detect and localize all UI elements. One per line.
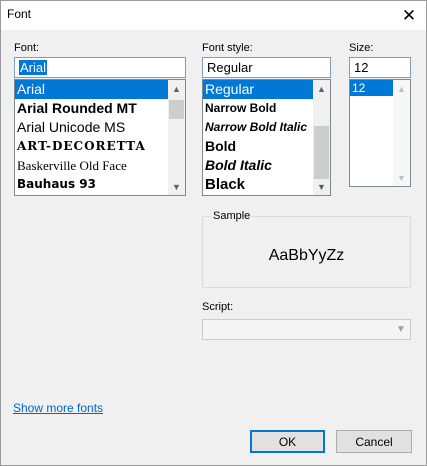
font-label: Font: (14, 42, 40, 54)
font-dialog: Font ✕ Font: Arial Arial Arial Rounded M… (0, 0, 427, 466)
style-list-item[interactable]: Black (203, 175, 330, 194)
font-list-item[interactable]: Baskerville Old Face (15, 156, 185, 175)
size-list[interactable]: 12 ▲ ▼ (349, 79, 411, 187)
show-more-fonts-link[interactable]: Show more fonts (13, 401, 103, 415)
font-list-item[interactable]: Arial (15, 80, 185, 99)
font-list-item[interactable]: Arial Unicode MS (15, 118, 185, 137)
style-list-item[interactable]: Narrow Bold (203, 99, 330, 118)
chevron-down-icon[interactable]: ▼ (393, 169, 410, 186)
size-input[interactable]: 12 (349, 57, 411, 78)
font-list-scrollbar[interactable]: ▲ ▼ (168, 80, 185, 195)
font-name-value: Arial (19, 60, 48, 75)
font-style-list[interactable]: Regular Narrow Bold Narrow Bold Italic B… (202, 79, 331, 196)
style-list-item[interactable]: Bold (203, 137, 330, 156)
style-list-item[interactable]: Regular (203, 80, 330, 99)
style-list-item[interactable]: Narrow Bold Italic (203, 118, 330, 137)
script-label: Script: (202, 301, 234, 313)
chevron-down-icon[interactable]: ▼ (168, 178, 185, 195)
font-list-item[interactable]: Arial Rounded MT (15, 99, 185, 118)
chevron-up-icon[interactable]: ▲ (393, 80, 410, 97)
cancel-button-label: Cancel (355, 434, 393, 449)
title-bar: Font ✕ (1, 1, 426, 30)
window-title: Font (7, 7, 32, 21)
cancel-button[interactable]: Cancel (336, 430, 412, 453)
sample-preview-text: AaBbYyZz (268, 247, 345, 264)
font-list-item[interactable]: ART-DECORETTA (15, 137, 185, 156)
style-list-item[interactable]: Bold Italic (203, 156, 330, 175)
sample-label: Sample (211, 210, 253, 222)
font-style-scrollbar[interactable]: ▲ ▼ (313, 80, 330, 195)
font-style-label: Font style: (202, 42, 253, 54)
script-dropdown[interactable]: ▼ (202, 319, 411, 340)
chevron-down-icon[interactable]: ▼ (313, 178, 330, 195)
size-value: 12 (354, 60, 369, 75)
scroll-thumb[interactable] (314, 126, 329, 179)
close-icon: ✕ (401, 5, 417, 25)
scroll-thumb[interactable] (169, 100, 184, 119)
chevron-up-icon[interactable]: ▲ (313, 80, 330, 97)
font-style-value: Regular (207, 60, 253, 75)
size-list-item[interactable]: 12 (350, 80, 393, 96)
ok-button-label: OK (278, 434, 297, 449)
font-list-item[interactable]: Bauhaus 93 (15, 175, 185, 194)
close-button[interactable]: ✕ (392, 1, 426, 30)
chevron-down-icon[interactable]: ▼ (392, 320, 410, 339)
size-label: Size: (349, 42, 374, 54)
ok-button[interactable]: OK (250, 430, 325, 453)
size-list-scrollbar[interactable]: ▲ ▼ (393, 80, 410, 186)
font-name-input[interactable]: Arial (14, 57, 186, 78)
font-list[interactable]: Arial Arial Rounded MT Arial Unicode MS … (14, 79, 186, 196)
font-style-input[interactable]: Regular (202, 57, 331, 78)
chevron-up-icon[interactable]: ▲ (168, 80, 185, 97)
